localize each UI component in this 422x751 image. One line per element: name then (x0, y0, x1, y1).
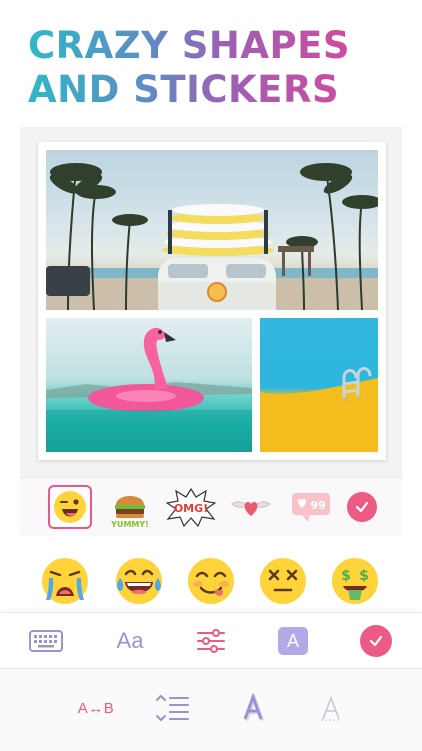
checkmark-icon (369, 635, 383, 647)
text-swap-button[interactable]: A↔B (74, 691, 118, 725)
likes-count: 99 (310, 499, 325, 512)
collage (38, 142, 386, 460)
sticker-yummy-burger[interactable]: YUMMY! (108, 485, 152, 529)
winged-heart-icon (231, 501, 271, 516)
yummy-text: YUMMY! (110, 520, 149, 529)
svg-text:$: $ (341, 568, 351, 584)
text-swap-label: A↔B (77, 699, 115, 717)
color-label: A (286, 630, 299, 651)
done-circle (360, 625, 392, 657)
text-outline-icon (321, 695, 341, 721)
done-button[interactable] (359, 625, 393, 657)
omg-burst-icon: OMG! (166, 487, 216, 527)
flamingo-float-photo[interactable] (46, 318, 252, 452)
winking-emoji-icon (54, 491, 86, 523)
likes-badge-icon: 99 (292, 493, 330, 522)
keyboard-icon (29, 630, 63, 652)
yummy-face-icon[interactable] (186, 556, 236, 606)
sticker-winking-emoji[interactable] (48, 485, 92, 529)
line-spacing-icon (156, 695, 189, 721)
omg-text: OMG! (174, 502, 208, 515)
text-shadow-button[interactable] (236, 691, 270, 725)
emoji-picker-row: $ $ (20, 536, 402, 612)
sticker-bar: YUMMY! OMG! 99 (20, 477, 402, 537)
pool-ladder-photo[interactable] (260, 318, 378, 452)
headline: CRAZY SHAPES AND STICKERS (28, 24, 350, 112)
confirm-sticker-button[interactable] (347, 492, 377, 522)
font-button[interactable]: Aa (110, 625, 150, 657)
text-format-bar: A↔B (0, 668, 422, 751)
laughing-tears-face-icon[interactable] (114, 556, 164, 606)
sticker-winged-heart[interactable] (226, 485, 276, 529)
sticker-likes-badge[interactable]: 99 (286, 485, 336, 529)
dizzy-face-icon[interactable] (258, 556, 308, 606)
checkmark-icon (355, 501, 369, 513)
text-color-button[interactable]: A (276, 625, 310, 657)
burger-icon: YUMMY! (110, 496, 149, 529)
adjustments-button[interactable] (194, 625, 228, 657)
money-mouth-face-icon[interactable]: $ $ (330, 556, 380, 606)
headline-line-2: AND STICKERS (28, 68, 350, 112)
editor-toolbar: Aa A (0, 612, 422, 669)
text-color-tile: A (278, 627, 308, 655)
sticker-omg[interactable]: OMG! (166, 485, 216, 529)
keyboard-button[interactable] (29, 625, 63, 657)
font-label: Aa (116, 628, 144, 653)
beach-van-photo[interactable] (46, 150, 378, 310)
headline-line-1: CRAZY SHAPES (28, 24, 351, 67)
sliders-icon (197, 629, 225, 653)
line-spacing-button[interactable] (154, 691, 190, 725)
svg-text:$: $ (359, 568, 369, 584)
text-outline-button[interactable] (316, 691, 346, 725)
text-shadow-icon (243, 693, 265, 722)
crying-face-icon[interactable] (40, 556, 90, 606)
